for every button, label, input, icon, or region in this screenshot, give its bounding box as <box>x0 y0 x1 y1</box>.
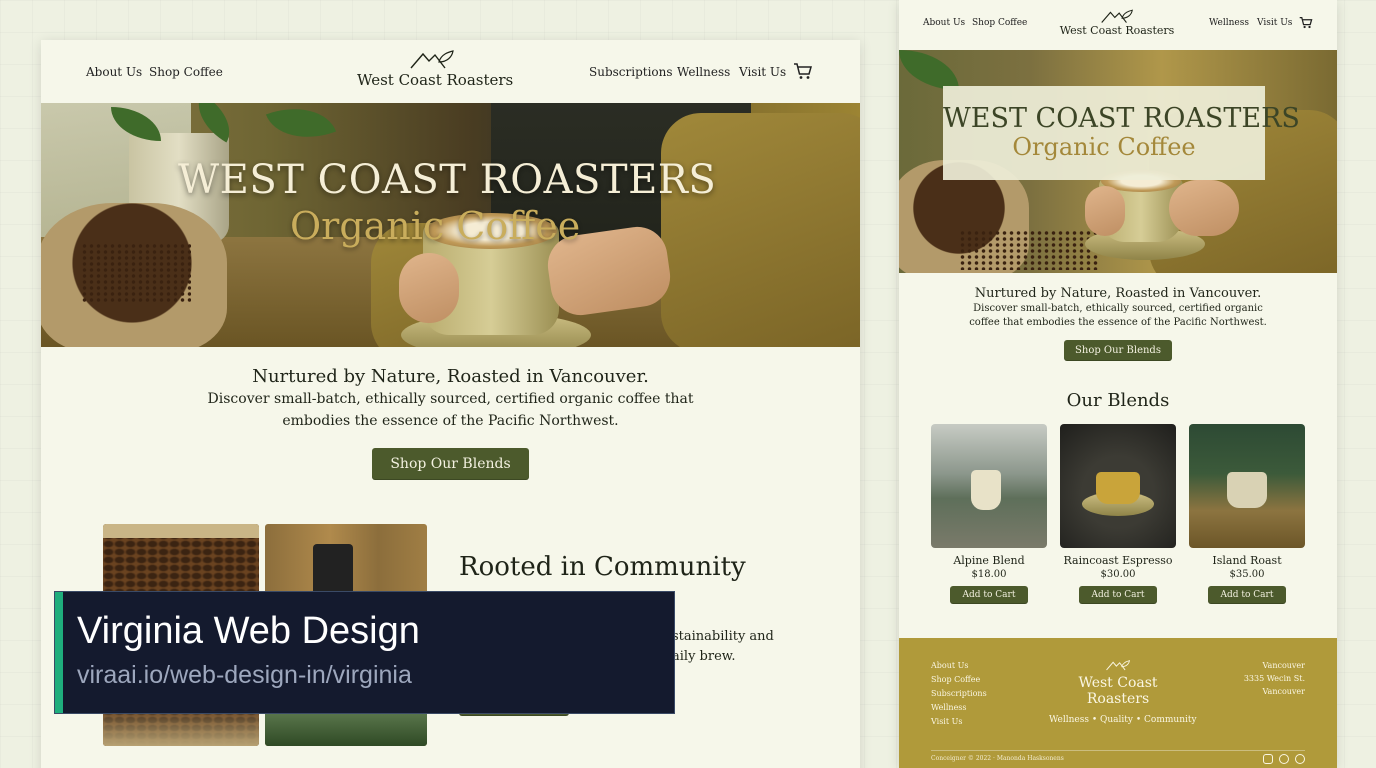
banner-url[interactable]: viraai.io/web-design-in/virginia <box>77 661 412 690</box>
nav-subscriptions-link[interactable]: Subscriptions <box>589 65 673 79</box>
footer-link-shop[interactable]: Shop Coffee <box>931 673 987 687</box>
nav-visit-link[interactable]: Visit Us <box>1257 18 1292 28</box>
instagram-icon[interactable] <box>1263 754 1273 764</box>
overlay-banner[interactable]: Virginia Web Design viraai.io/web-design… <box>54 591 675 714</box>
footer-link-wellness[interactable]: Wellness <box>931 701 987 715</box>
hero-beans <box>81 243 191 303</box>
hero-hand <box>1169 180 1239 236</box>
product-card: Raincoast Espresso $30.00 Add to Cart <box>1060 424 1176 604</box>
hero-sleeve <box>661 113 860 347</box>
product-mug <box>1227 472 1267 508</box>
hero-subtitle: Organic Coffee <box>290 204 581 248</box>
intro-section: Nurtured by Nature, Roasted in Vancouver… <box>899 286 1337 361</box>
nav-shop-link[interactable]: Shop Coffee <box>149 65 223 79</box>
footer-copyright: Conceigner © 2022 · Manonda Hasksonens <box>931 755 1064 762</box>
intro-description: Discover small-batch, ethically sourced,… <box>969 303 1267 328</box>
hero-image: WEST COAST ROASTERS Organic Coffee <box>899 50 1337 273</box>
intro-tagline: Nurtured by Nature, Roasted in Vancouver… <box>252 366 649 387</box>
mobile-mockup: About Us Shop Coffee West Coast Roasters… <box>899 0 1337 768</box>
add-to-cart-button[interactable]: Add to Cart <box>1078 586 1158 604</box>
footer-logo: West Coast Roasters Wellness • Quality •… <box>1049 656 1197 725</box>
footer-link-about[interactable]: About Us <box>931 659 987 673</box>
nav-wellness-link[interactable]: Wellness <box>1209 18 1249 28</box>
intro-section: Nurtured by Nature, Roasted in Vancouver… <box>41 366 860 480</box>
product-price: $35.00 <box>1229 569 1265 580</box>
logo-name: West Coast Roasters <box>357 71 514 89</box>
footer-tagline: Wellness • Quality • Community <box>1049 715 1197 725</box>
logo-name: West Coast Roasters <box>1059 24 1175 37</box>
mountain-leaf-icon <box>1101 9 1133 23</box>
footer-link-subscriptions[interactable]: Subscriptions <box>931 687 987 701</box>
product-image[interactable] <box>1189 424 1305 548</box>
hero-title: WEST COAST ROASTERS <box>943 103 1300 134</box>
footer-social <box>1263 754 1305 764</box>
add-to-cart-button[interactable]: Add to Cart <box>1207 586 1287 604</box>
facebook-icon[interactable] <box>1279 754 1289 764</box>
mobile-nav: About Us Shop Coffee West Coast Roasters… <box>899 0 1337 50</box>
nav-about-link[interactable]: About Us <box>86 65 142 79</box>
add-to-cart-button[interactable]: Add to Cart <box>949 586 1029 604</box>
footer-address-line: 3335 Wecin St. <box>1243 674 1305 683</box>
community-title: Rooted in Community <box>459 552 746 582</box>
product-name: Island Roast <box>1212 554 1282 567</box>
product-mug <box>1096 472 1140 504</box>
nav-shop-link[interactable]: Shop Coffee <box>972 18 1027 28</box>
intro-tagline: Nurtured by Nature, Roasted in Vancouver… <box>974 286 1262 301</box>
footer-divider <box>931 750 1305 751</box>
footer-links: About Us Shop Coffee Subscriptions Welln… <box>931 659 987 729</box>
footer-link-visit[interactable]: Visit Us <box>931 715 987 729</box>
blends-title: Our Blends <box>1066 390 1170 411</box>
footer-address-line: Vancouver <box>1262 687 1306 696</box>
hero-title-box: WEST COAST ROASTERS Organic Coffee <box>943 86 1300 180</box>
hero-hand <box>399 253 459 323</box>
desktop-nav: About Us Shop Coffee West Coast Roasters… <box>41 40 860 103</box>
product-mug <box>971 470 1001 510</box>
product-price: $30.00 <box>1100 569 1136 580</box>
footer-address: Vancouver 3335 Wecin St. Vancouver <box>1244 659 1305 698</box>
cart-icon[interactable] <box>793 62 813 80</box>
nav-about-link[interactable]: About Us <box>923 18 965 28</box>
footer-logo-line: Roasters <box>1086 691 1150 707</box>
site-footer: About Us Shop Coffee Subscriptions Welln… <box>899 638 1337 768</box>
product-image[interactable] <box>931 424 1047 548</box>
product-name: Raincoast Espresso <box>1063 554 1173 567</box>
nav-wellness-link[interactable]: Wellness <box>677 65 730 79</box>
product-name: Alpine Blend <box>953 554 1025 567</box>
product-image[interactable] <box>1060 424 1176 548</box>
hero-hand <box>1085 186 1125 236</box>
banner-accent-bar <box>55 592 63 713</box>
hero-leaf <box>265 103 337 153</box>
intro-description: Discover small-batch, ethically sourced,… <box>207 391 694 429</box>
pinterest-icon[interactable] <box>1295 754 1305 764</box>
banner-title: Virginia Web Design <box>77 610 420 652</box>
mountain-leaf-icon <box>1106 660 1130 671</box>
product-card: Island Roast $35.00 Add to Cart <box>1189 424 1305 604</box>
shop-blends-button[interactable]: Shop Our Blends <box>372 448 529 480</box>
footer-logo-line: West Coast <box>1078 675 1158 691</box>
cart-icon[interactable] <box>1299 16 1313 29</box>
hero-title: WEST COAST ROASTERS <box>178 157 717 203</box>
nav-visit-link[interactable]: Visit Us <box>739 65 786 79</box>
product-card: Alpine Blend $18.00 Add to Cart <box>931 424 1047 604</box>
mountain-leaf-icon <box>410 50 454 69</box>
hero-leaf <box>899 50 959 90</box>
hero-beans <box>959 230 1099 270</box>
site-logo[interactable]: West Coast Roasters <box>1057 8 1177 37</box>
product-price: $18.00 <box>971 569 1007 580</box>
hero-subtitle: Organic Coffee <box>1012 133 1196 161</box>
site-logo[interactable]: West Coast Roasters <box>357 48 514 89</box>
shop-blends-button[interactable]: Shop Our Blends <box>1064 340 1172 361</box>
footer-address-line: Vancouver <box>1262 661 1306 670</box>
hero-image: WEST COAST ROASTERS Organic Coffee <box>41 103 860 347</box>
